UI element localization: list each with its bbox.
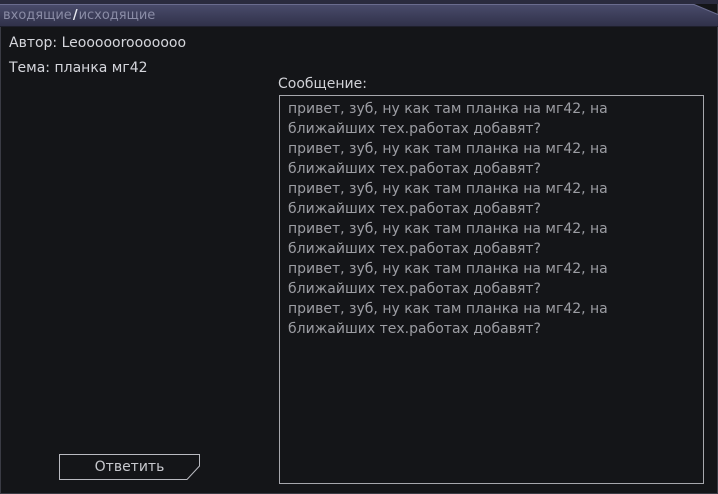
message-body-text: привет, зуб, ну как там планка на мг42, … <box>288 99 697 339</box>
subject-field: Тема: планка мг42 <box>9 60 148 76</box>
author-label: Автор: <box>9 35 58 51</box>
message-body-paragraph: привет, зуб, ну как там планка на мг42, … <box>288 101 608 137</box>
reply-button[interactable]: Ответить <box>59 454 200 480</box>
message-body-paragraph: привет, зуб, ну как там планка на мг42, … <box>288 261 608 297</box>
author-value: Leooooorooooooo <box>61 35 187 51</box>
message-body-box[interactable]: привет, зуб, ну как там планка на мг42, … <box>279 95 704 484</box>
tab-separator: / <box>72 8 78 23</box>
message-body-paragraph: привет, зуб, ну как там планка на мг42, … <box>288 221 608 257</box>
message-body-paragraph: привет, зуб, ну как там планка на мг42, … <box>288 301 608 337</box>
subject-label: Тема: <box>9 60 51 76</box>
message-body-label: Сообщение: <box>278 76 367 92</box>
tab-bar: входящие/исходящие <box>0 0 718 27</box>
message-body-paragraph: привет, зуб, ну как там планка на мг42, … <box>288 141 608 177</box>
tabs: входящие/исходящие <box>3 6 155 26</box>
message-body-paragraph: привет, зуб, ну как там планка на мг42, … <box>288 181 608 217</box>
subject-value: планка мг42 <box>54 60 148 76</box>
tab-outbox[interactable]: исходящие <box>79 8 156 23</box>
reply-button-label: Ответить <box>94 459 165 475</box>
author-field: Автор: Leooooorooooooo <box>9 35 186 51</box>
tab-inbox[interactable]: входящие <box>3 8 72 23</box>
